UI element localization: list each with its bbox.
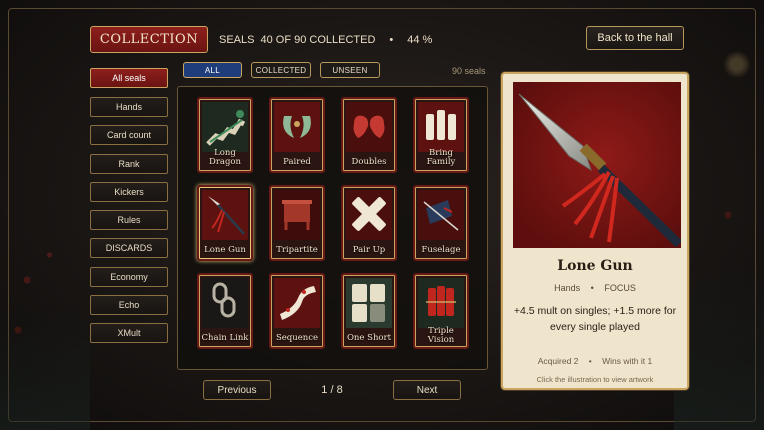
seal-title: Lone Gun (557, 258, 633, 274)
wins-count: Wins with it 1 (602, 356, 653, 366)
sidebar-item-rank[interactable]: Rank (90, 154, 168, 174)
sidebar-item-kickers[interactable]: Kickers (90, 182, 168, 202)
arrow-icon (418, 190, 464, 240)
twin-jade-icon (274, 102, 320, 152)
seal-card-bring-family[interactable]: Bring Family (413, 97, 469, 173)
card-label: One Short (346, 333, 392, 343)
sidebar-item-economy[interactable]: Economy (90, 267, 168, 287)
collection-stats: SEALS 40 OF 90 COLLECTED • 44 % (219, 31, 432, 49)
seal-card-fuselage[interactable]: Fuselage (413, 185, 469, 261)
artwork-hint: Click the illustration to view artwork (536, 375, 654, 384)
seal-card-sequence[interactable]: Sequence (269, 273, 325, 349)
filter-all-chip[interactable]: ALL (183, 62, 242, 78)
card-label: Fuselage (421, 245, 461, 255)
seal-card-doubles[interactable]: Doubles (341, 97, 397, 173)
collected-count: 40 OF 90 COLLECTED (260, 34, 376, 46)
chain-icon (202, 278, 248, 328)
seals-label: SEALS (219, 34, 255, 46)
card-label: Long Dragon (209, 148, 241, 167)
scroll-icon (274, 278, 320, 328)
spear-illustration[interactable] (513, 82, 681, 248)
card-label: Paired (283, 157, 311, 167)
sidebar-item-discards[interactable]: DISCARDS (90, 238, 168, 258)
spear-icon (202, 190, 248, 240)
sidebar-item-xmult[interactable]: XMult (90, 323, 168, 343)
separator: • (389, 34, 394, 46)
seal-description: +4.5 mult on singles; +1.5 more for ever… (513, 305, 677, 333)
page-indicator: 1 / 8 (321, 384, 343, 396)
back-to-hall-button[interactable]: Back to the hall (586, 26, 684, 50)
seal-card-triple-vision[interactable]: Triple Vision (413, 273, 469, 349)
collected-percent: 44 % (407, 34, 433, 46)
sidebar-item-rules[interactable]: Rules (90, 210, 168, 230)
seal-detail-panel: Lone Gun Hands • FOCUS +4.5 mult on sing… (501, 72, 689, 390)
filter-unseen-chip[interactable]: UNSEEN (320, 62, 380, 78)
seal-card-tripartite[interactable]: Tripartite (269, 185, 325, 261)
seal-card-long-dragon[interactable]: Long Dragon (197, 97, 253, 173)
firecrackers-icon (418, 278, 464, 328)
acquired-count: Acquired 2 (537, 356, 579, 366)
seal-stats: Acquired 2 • Wins with it 1 (503, 356, 687, 366)
separator: • (590, 283, 594, 293)
card-label: Triple Vision (427, 326, 455, 345)
sidebar-item-all-seals[interactable]: All seals (90, 68, 168, 88)
card-label: Bring Family (426, 148, 456, 167)
crossed-tiles-icon (346, 190, 392, 240)
mahjong-tiles-icon (346, 278, 392, 328)
sidebar-item-card-count[interactable]: Card count (90, 125, 168, 145)
card-label: Sequence (275, 333, 319, 343)
seal-count: 90 seals (452, 66, 486, 76)
collection-button[interactable]: COLLECTION (90, 26, 208, 53)
seal-card-pair-up[interactable]: Pair Up (341, 185, 397, 261)
dragon-icon (202, 102, 248, 152)
seal-card-one-short[interactable]: One Short (341, 273, 397, 349)
seal-card-lone-gun[interactable]: Lone Gun (197, 185, 253, 261)
twin-hearts-icon (346, 102, 392, 152)
card-label: Pair Up (352, 245, 386, 255)
card-label: Lone Gun (204, 245, 246, 255)
card-label: Chain Link (201, 333, 249, 343)
plum-blossom-decoration (0, 180, 90, 430)
filter-collected-chip[interactable]: COLLECTED (251, 62, 311, 78)
seal-card-paired[interactable]: Paired (269, 97, 325, 173)
sidebar-item-echo[interactable]: Echo (90, 295, 168, 315)
seal-grid: Long Dragon Paired Doubles Bring Family (177, 86, 488, 370)
next-page-button[interactable]: Next (393, 380, 461, 400)
previous-page-button[interactable]: Previous (203, 380, 271, 400)
seal-category: Hands (554, 283, 581, 293)
separator: • (588, 356, 592, 366)
bronze-vessel-icon (274, 190, 320, 240)
sidebar-item-hands[interactable]: Hands (90, 97, 168, 117)
ivory-tiles-icon (418, 102, 464, 152)
seal-tags: Hands • FOCUS (503, 283, 687, 293)
seal-card-chain-link[interactable]: Chain Link (197, 273, 253, 349)
card-label: Tripartite (276, 245, 318, 255)
seal-tag: FOCUS (604, 283, 636, 293)
card-label: Doubles (351, 157, 387, 167)
